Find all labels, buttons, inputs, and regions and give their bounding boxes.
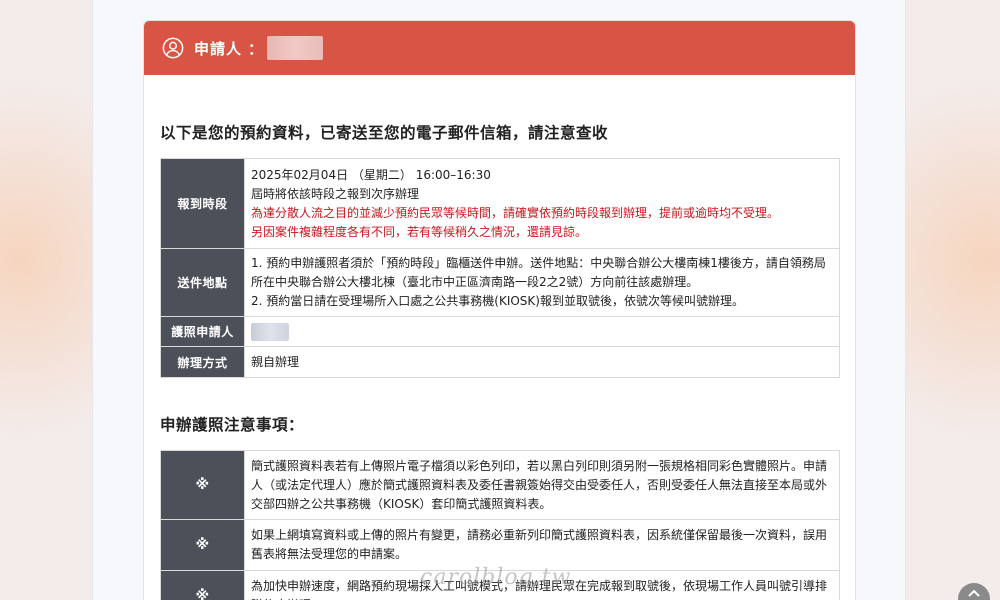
note-marker: ※ — [160, 519, 245, 571]
table-row: 送件地點 1. 預約申辦護照者須於「預約時段」臨櫃送件申辦。送件地點：中央聯合辦… — [160, 248, 840, 317]
location-line: 1. 預約申辦護照者須於「預約時段」臨櫃送件申辦。送件地點：中央聯合辦公大樓南棟… — [251, 256, 826, 289]
card-body: 以下是您的預約資料，已寄送至您的電子郵件信箱，請注意查收 報到時段 2025年0… — [144, 75, 855, 600]
table-row: 報到時段 2025年02月04日 （星期二） 16:00–16:30 屆時將依該… — [160, 158, 840, 249]
row-value-location: 1. 預約申辦護照者須於「預約時段」臨櫃送件申辦。送件地點：中央聯合辦公大樓南棟… — [244, 248, 840, 317]
row-label: 辦理方式 — [160, 346, 245, 378]
appointment-card: 申請人 ： 以下是您的預約資料，已寄送至您的電子郵件信箱，請注意查收 報到時段 … — [143, 20, 856, 600]
row-value-method: 親自辦理 — [244, 346, 840, 378]
watermark: carolblog.tw — [420, 565, 572, 590]
table-row: ※ 如果上網填寫資料或上傳的照片有變更，請務必重新列印簡式護照資料表，因系統僅保… — [160, 519, 840, 571]
table-row: 辦理方式 親自辦理 — [160, 346, 840, 378]
time-warning: 為達分散人流之目的並減少預約民眾等候時間，請確實依預約時段報到辦理，提前或逾時均… — [251, 205, 780, 220]
user-circle-icon — [162, 37, 184, 59]
row-label: 報到時段 — [160, 158, 245, 249]
row-label: 送件地點 — [160, 248, 245, 317]
note-marker: ※ — [160, 450, 245, 520]
time-line: 2025年02月04日 （星期二） 16:00–16:30 — [251, 167, 491, 182]
table-row: 護照申請人 — [160, 316, 840, 347]
row-value-applicant — [244, 316, 840, 347]
applicant-name-redacted — [267, 36, 324, 60]
row-value-time: 2025年02月04日 （星期二） 16:00–16:30 屆時將依該時段之報到… — [244, 158, 840, 249]
location-line: 2. 預約當日請在受理場所入口處之公共事務機(KIOSK)報到並取號後，依號次等… — [251, 294, 744, 308]
notes-title: 申辦護照注意事項： — [160, 416, 305, 434]
note-text: 如果上網填寫資料或上傳的照片有變更，請務必重新列印簡式護照資料表，因系統僅保留最… — [244, 519, 840, 571]
time-warning: 另因案件複雜程度各有不同，若有等候稍久之情況，還請見諒。 — [251, 224, 588, 239]
scroll-top-icon — [968, 589, 980, 597]
applicant-name-redacted — [251, 322, 289, 341]
time-line: 屆時將依該時段之報到次序辦理 — [251, 186, 420, 201]
table-row: ※ 簡式護照資料表若有上傳照片電子檔須以彩色列印，若以黑白列印則須另附一張規格相… — [160, 450, 840, 520]
applicant-label: 申請人 — [194, 39, 243, 58]
applicant-colon: ： — [248, 39, 264, 58]
appointment-table: 報到時段 2025年02月04日 （星期二） 16:00–16:30 屆時將依該… — [160, 158, 840, 378]
confirmation-title: 以下是您的預約資料，已寄送至您的電子郵件信箱，請注意查收 — [160, 124, 609, 142]
row-label: 護照申請人 — [160, 316, 245, 347]
note-marker: ※ — [160, 570, 245, 600]
applicant-header: 申請人 ： — [144, 21, 855, 75]
scroll-top-button[interactable] — [958, 583, 990, 600]
note-text: 簡式護照資料表若有上傳照片電子檔須以彩色列印，若以黑白列印則須另附一張規格相同彩… — [244, 450, 840, 520]
